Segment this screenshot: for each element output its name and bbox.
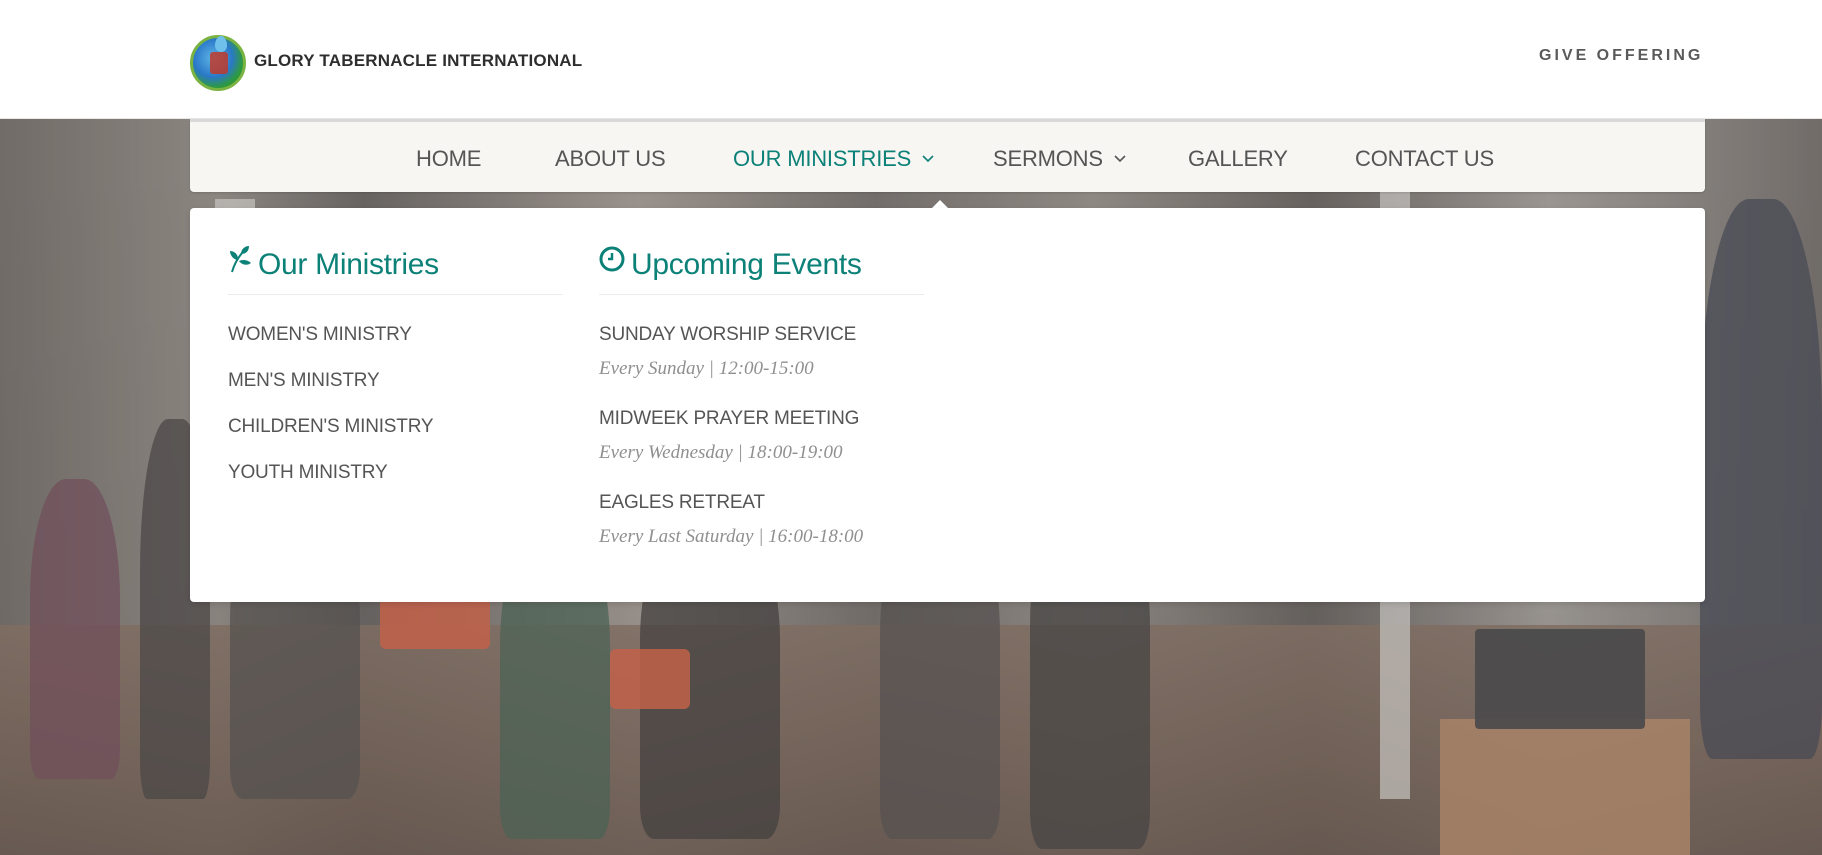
events-divider <box>599 294 924 295</box>
link-womens-ministry[interactable]: WOMEN'S MINISTRY <box>228 324 412 346</box>
nav-item-home[interactable]: HOME <box>416 146 481 172</box>
ministries-heading: Our Ministries <box>228 245 439 284</box>
nav-item-label: HOME <box>416 146 482 171</box>
nav-item-label: GALLERY <box>1188 146 1288 171</box>
nav-item-about-us[interactable]: ABOUT US <box>555 146 666 172</box>
ministries-heading-text: Our Ministries <box>258 248 439 281</box>
link-youth-ministry[interactable]: YOUTH MINISTRY <box>228 462 388 484</box>
events-heading-text: Upcoming Events <box>631 248 862 281</box>
events-heading: Upcoming Events <box>599 246 862 283</box>
clock-icon <box>599 246 625 280</box>
nav-item-label: ABOUT US <box>555 146 666 171</box>
leaf-icon <box>228 245 252 281</box>
site-header: GLORY TABERNACLE INTERNATIONAL GIVE OFFE… <box>0 0 1822 119</box>
event-title-eagles-retreat[interactable]: EAGLES RETREAT <box>599 492 765 514</box>
chevron-down-icon <box>1114 151 1126 166</box>
nav-item-sermons[interactable]: SERMONS <box>993 146 1126 172</box>
ministries-mega-menu: Our Ministries WOMEN'S MINISTRY MEN'S MI… <box>190 208 1705 602</box>
event-time: Every Sunday | 12:00-15:00 <box>599 358 814 379</box>
nav-item-label: SERMONS <box>993 146 1103 171</box>
nav-item-label: CONTACT US <box>1355 146 1494 171</box>
nav-item-our-ministries[interactable]: OUR MINISTRIES <box>733 146 934 172</box>
event-title-midweek-prayer[interactable]: MIDWEEK PRAYER MEETING <box>599 408 859 430</box>
logo-globe-icon <box>190 35 246 91</box>
give-offering-link[interactable]: GIVE OFFERING <box>1539 47 1703 65</box>
site-logo[interactable]: GLORY TABERNACLE INTERNATIONAL <box>190 24 582 94</box>
event-time: Every Last Saturday | 16:00-18:00 <box>599 526 864 547</box>
nav-item-label: OUR MINISTRIES <box>733 146 912 171</box>
ministries-divider <box>228 294 563 295</box>
chevron-down-icon <box>922 151 934 166</box>
logo-text: GLORY TABERNACLE INTERNATIONAL <box>254 51 583 70</box>
event-title-sunday-worship[interactable]: SUNDAY WORSHIP SERVICE <box>599 324 856 346</box>
nav-item-contact-us[interactable]: CONTACT US <box>1355 146 1494 172</box>
main-nav: HOME ABOUT US OUR MINISTRIES SERMONS GAL… <box>190 119 1705 192</box>
logo-drop-icon <box>215 36 227 52</box>
event-time: Every Wednesday | 18:00-19:00 <box>599 442 843 463</box>
link-childrens-ministry[interactable]: CHILDREN'S MINISTRY <box>228 416 434 438</box>
nav-item-gallery[interactable]: GALLERY <box>1188 146 1288 172</box>
link-mens-ministry[interactable]: MEN'S MINISTRY <box>228 370 380 392</box>
